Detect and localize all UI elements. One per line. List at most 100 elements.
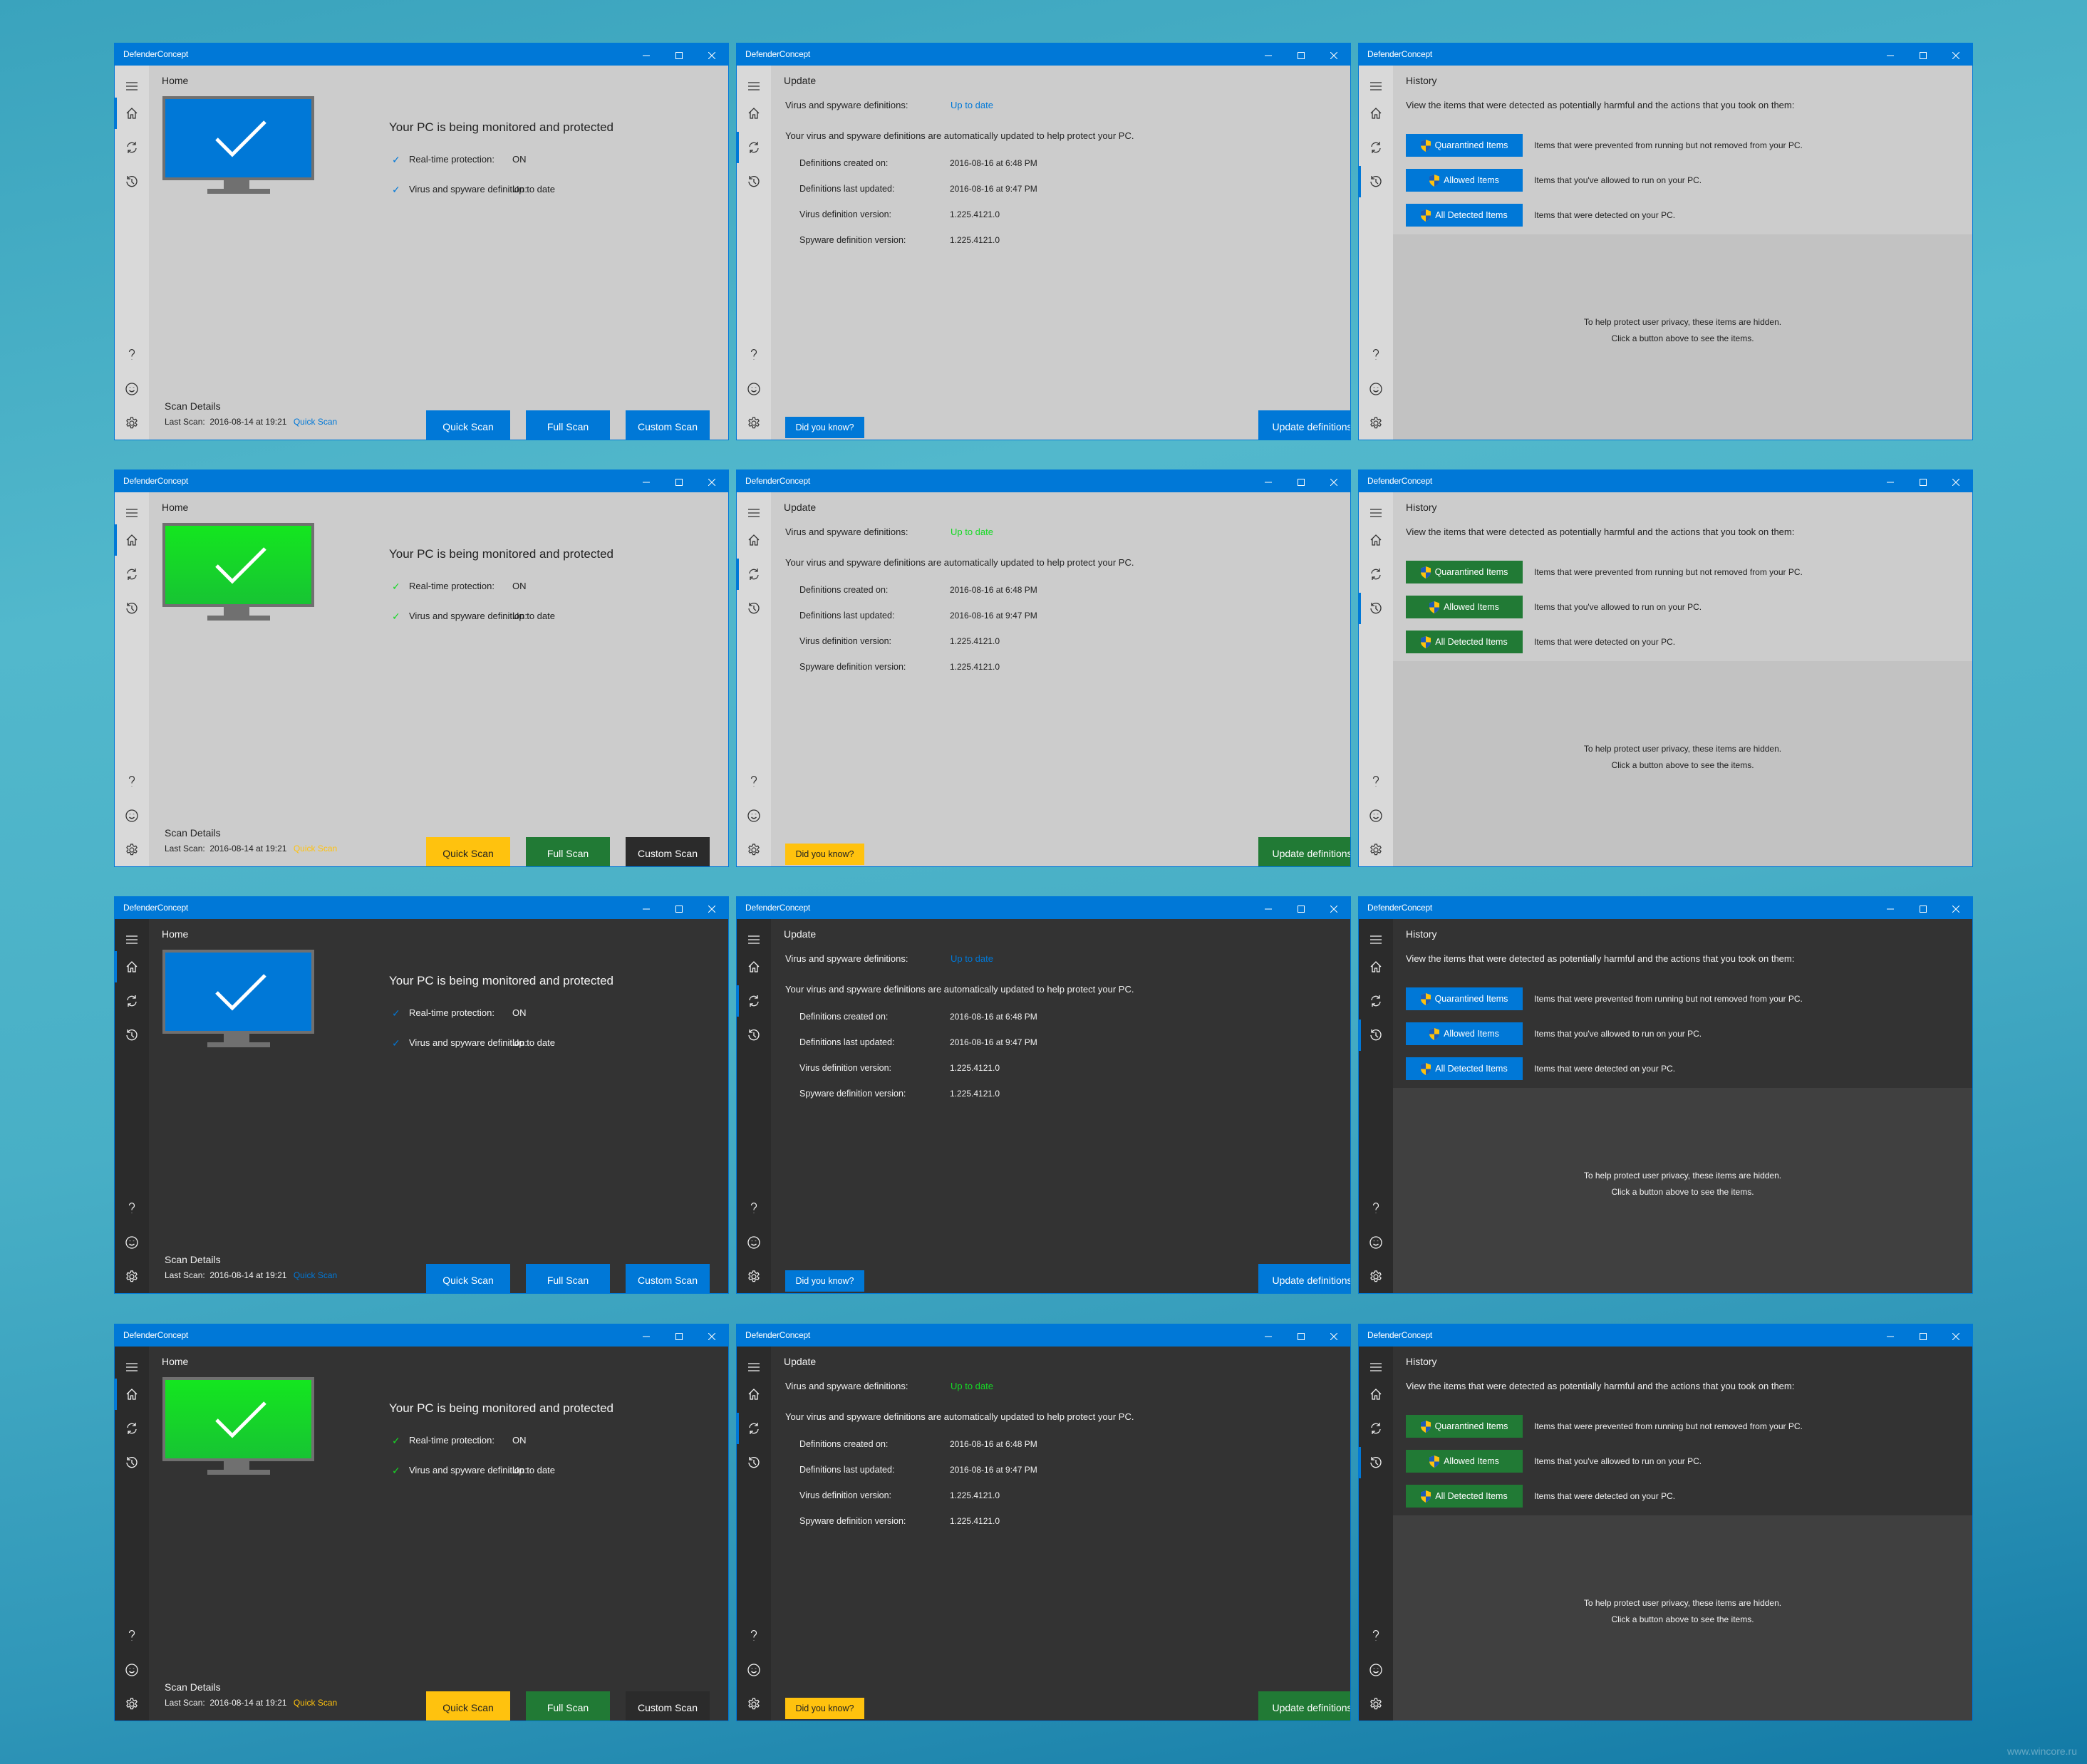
all-detected-items-button[interactable]: All Detected Items	[1406, 1057, 1523, 1080]
sidebar-item-feedback[interactable]	[115, 1654, 149, 1686]
sidebar-item-home[interactable]	[115, 951, 149, 982]
sidebar-item-settings[interactable]	[1359, 834, 1393, 866]
sidebar-item-help[interactable]	[115, 339, 149, 370]
title-bar[interactable]: DefenderConcept	[115, 43, 728, 66]
sidebar-item-feedback[interactable]	[737, 800, 771, 831]
maximize-button[interactable]	[663, 1324, 695, 1347]
sidebar-item-help[interactable]	[1359, 339, 1393, 370]
close-button[interactable]	[1940, 1324, 1972, 1347]
sidebar-item-home[interactable]	[115, 98, 149, 129]
sidebar-item-home[interactable]	[737, 98, 771, 129]
sidebar-item-feedback[interactable]	[115, 1227, 149, 1258]
sidebar-item-settings[interactable]	[737, 1261, 771, 1292]
all-detected-items-button[interactable]: All Detected Items	[1406, 1485, 1523, 1508]
maximize-button[interactable]	[1907, 43, 1940, 66]
close-button[interactable]	[1940, 470, 1972, 492]
update-definitions-button[interactable]: Update definitions	[1258, 1691, 1350, 1721]
sidebar-item-history[interactable]	[1359, 1447, 1393, 1478]
maximize-button[interactable]	[663, 43, 695, 66]
sidebar-item-home[interactable]	[1359, 524, 1393, 556]
sidebar-item-settings[interactable]	[1359, 408, 1393, 439]
all-detected-items-button[interactable]: All Detected Items	[1406, 631, 1523, 653]
sidebar-item-history[interactable]	[115, 593, 149, 624]
sidebar-item-settings[interactable]	[737, 408, 771, 439]
close-button[interactable]	[1940, 897, 1972, 919]
sidebar-item-help[interactable]	[1359, 766, 1393, 797]
title-bar[interactable]: DefenderConcept	[1359, 897, 1972, 919]
last-scan-type-link[interactable]: Quick Scan	[294, 1698, 337, 1708]
sidebar-item-feedback[interactable]	[737, 1227, 771, 1258]
minimize-button[interactable]	[1252, 470, 1285, 492]
minimize-button[interactable]	[630, 897, 663, 919]
quarantined-items-button[interactable]: Quarantined Items	[1406, 1415, 1523, 1438]
custom-scan-button[interactable]: Custom Scan	[626, 1691, 710, 1721]
sidebar-item-feedback[interactable]	[1359, 373, 1393, 405]
sidebar-item-feedback[interactable]	[115, 373, 149, 405]
update-definitions-button[interactable]: Update definitions	[1258, 410, 1350, 440]
sidebar-item-help[interactable]	[115, 766, 149, 797]
sidebar-item-settings[interactable]	[115, 834, 149, 866]
sidebar-item-settings[interactable]	[115, 408, 149, 439]
maximize-button[interactable]	[1907, 897, 1940, 919]
sidebar-item-update[interactable]	[115, 132, 149, 163]
sidebar-item-update[interactable]	[115, 559, 149, 590]
minimize-button[interactable]	[1252, 897, 1285, 919]
allowed-items-button[interactable]: Allowed Items	[1406, 1450, 1523, 1473]
sidebar-item-home[interactable]	[1359, 1379, 1393, 1410]
title-bar[interactable]: DefenderConcept	[1359, 1324, 1972, 1347]
sidebar-item-settings[interactable]	[1359, 1688, 1393, 1720]
full-scan-button[interactable]: Full Scan	[526, 1691, 610, 1721]
quick-scan-button[interactable]: Quick Scan	[426, 1691, 510, 1721]
sidebar-item-feedback[interactable]	[1359, 1654, 1393, 1686]
sidebar-item-history[interactable]	[1359, 593, 1393, 624]
did-you-know-button[interactable]: Did you know?	[785, 844, 864, 865]
allowed-items-button[interactable]: Allowed Items	[1406, 596, 1523, 618]
close-button[interactable]	[1317, 470, 1350, 492]
quarantined-items-button[interactable]: Quarantined Items	[1406, 561, 1523, 583]
sidebar-item-history[interactable]	[115, 1020, 149, 1051]
did-you-know-button[interactable]: Did you know?	[785, 417, 864, 438]
sidebar-item-home[interactable]	[115, 524, 149, 556]
close-button[interactable]	[1317, 897, 1350, 919]
last-scan-type-link[interactable]: Quick Scan	[294, 417, 337, 427]
minimize-button[interactable]	[1252, 43, 1285, 66]
sidebar-item-history[interactable]	[1359, 1020, 1393, 1051]
sidebar-item-settings[interactable]	[115, 1688, 149, 1720]
custom-scan-button[interactable]: Custom Scan	[626, 1264, 710, 1293]
close-button[interactable]	[695, 43, 728, 66]
full-scan-button[interactable]: Full Scan	[526, 410, 610, 440]
close-button[interactable]	[1317, 1324, 1350, 1347]
custom-scan-button[interactable]: Custom Scan	[626, 410, 710, 440]
update-definitions-button[interactable]: Update definitions	[1258, 1264, 1350, 1293]
quick-scan-button[interactable]: Quick Scan	[426, 837, 510, 866]
quarantined-items-button[interactable]: Quarantined Items	[1406, 987, 1523, 1010]
sidebar-item-settings[interactable]	[737, 834, 771, 866]
title-bar[interactable]: DefenderConcept	[1359, 470, 1972, 492]
title-bar[interactable]: DefenderConcept	[737, 897, 1350, 919]
maximize-button[interactable]	[663, 897, 695, 919]
sidebar-item-history[interactable]	[115, 166, 149, 197]
sidebar-item-settings[interactable]	[737, 1688, 771, 1720]
minimize-button[interactable]	[1252, 1324, 1285, 1347]
update-definitions-button[interactable]: Update definitions	[1258, 837, 1350, 866]
minimize-button[interactable]	[1874, 1324, 1907, 1347]
maximize-button[interactable]	[1285, 43, 1317, 66]
sidebar-item-help[interactable]	[115, 1193, 149, 1224]
sidebar-item-history[interactable]	[115, 1447, 149, 1478]
close-button[interactable]	[695, 1324, 728, 1347]
title-bar[interactable]: DefenderConcept	[737, 1324, 1350, 1347]
sidebar-item-update[interactable]	[115, 985, 149, 1017]
allowed-items-button[interactable]: Allowed Items	[1406, 1022, 1523, 1045]
did-you-know-button[interactable]: Did you know?	[785, 1270, 864, 1292]
sidebar-item-home[interactable]	[737, 524, 771, 556]
sidebar-item-update[interactable]	[737, 559, 771, 590]
sidebar-item-update[interactable]	[737, 132, 771, 163]
minimize-button[interactable]	[1874, 897, 1907, 919]
sidebar-item-feedback[interactable]	[737, 1654, 771, 1686]
all-detected-items-button[interactable]: All Detected Items	[1406, 204, 1523, 227]
quick-scan-button[interactable]: Quick Scan	[426, 410, 510, 440]
sidebar-item-update[interactable]	[737, 1413, 771, 1444]
maximize-button[interactable]	[1285, 1324, 1317, 1347]
sidebar-item-feedback[interactable]	[115, 800, 149, 831]
title-bar[interactable]: DefenderConcept	[737, 43, 1350, 66]
